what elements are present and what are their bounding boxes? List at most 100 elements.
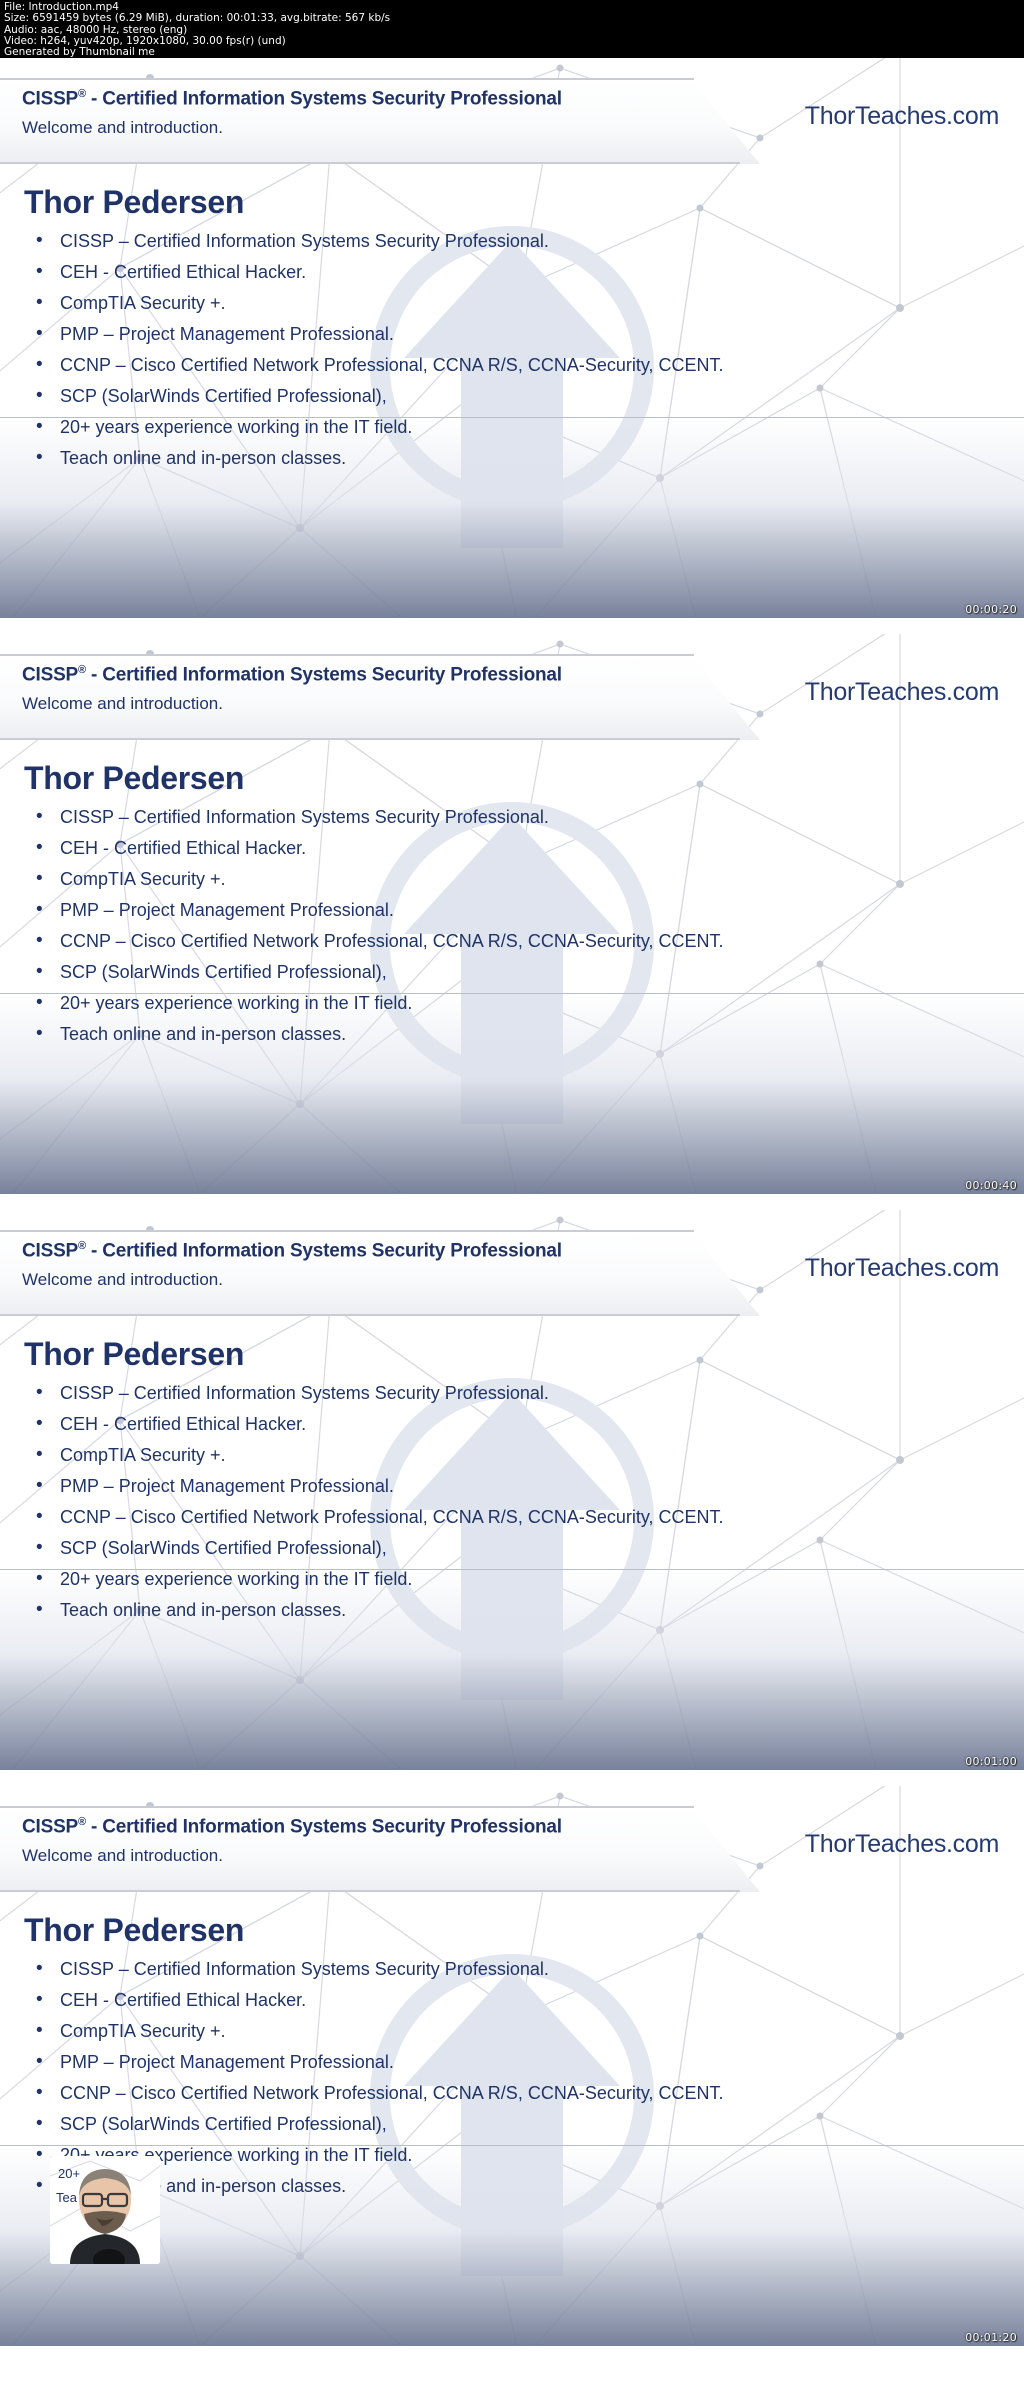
slide-bullet-list: CISSP – Certified Information Systems Se… xyxy=(24,801,984,1050)
bullet-item: 20+ years experience working in the IT f… xyxy=(24,1563,984,1595)
bullet-item: SCP (SolarWinds Certified Professional), xyxy=(24,1532,984,1564)
banner-title-rest: - Certified Information Systems Security… xyxy=(85,88,562,110)
slide-bullet-list: CISSP – Certified Information Systems Se… xyxy=(24,225,984,474)
slide-bullet-list: CISSP – Certified Information Systems Se… xyxy=(24,1953,984,2202)
registered-trademark-icon: ® xyxy=(78,1240,86,1252)
slide-footer-base xyxy=(0,1194,1024,1210)
metadata-video-line: Video: h264, yuv420p, 1920x1080, 30.00 f… xyxy=(4,34,286,47)
bullet-item: CCNP – Cisco Certified Network Professio… xyxy=(24,349,984,381)
slide-headline: Thor Pedersen xyxy=(24,760,245,796)
bullet-item: CEH - Certified Ethical Hacker. xyxy=(24,1408,984,1440)
slide-footer-base xyxy=(0,2346,1024,2362)
video-thumbnail-4[interactable]: CISSP® - Certified Information Systems S… xyxy=(0,1786,1024,2362)
slide-headline: Thor Pedersen xyxy=(24,1336,245,1372)
svg-text:20+: 20+ xyxy=(58,2166,80,2181)
webcam-overlay: 20+ Tea xyxy=(50,2156,160,2264)
presentation-slide: CISSP® - Certified Information Systems S… xyxy=(0,58,1024,634)
banner-subtitle: Welcome and introduction. xyxy=(22,1846,223,1865)
banner-top-rule xyxy=(0,78,694,80)
banner-title-rest: - Certified Information Systems Security… xyxy=(85,664,562,686)
banner-bottom-rule xyxy=(0,1890,740,1892)
slide-header-banner: CISSP® - Certified Information Systems S… xyxy=(0,78,760,164)
bullet-item: CCNP – Cisco Certified Network Professio… xyxy=(24,925,984,957)
banner-top-rule xyxy=(0,1806,694,1808)
registered-trademark-icon: ® xyxy=(78,88,86,100)
banner-bottom-rule xyxy=(0,1314,740,1316)
banner-subtitle: Welcome and introduction. xyxy=(22,1270,223,1289)
bullet-item: CompTIA Security +. xyxy=(24,863,984,895)
thumbnail-timestamp: 00:01:20 xyxy=(965,2331,1017,2344)
bullet-item: CompTIA Security +. xyxy=(24,1439,984,1471)
brand-logo-text: ThorTeaches.com xyxy=(804,102,1000,130)
bullet-item: PMP – Project Management Professional. xyxy=(24,318,984,350)
bullet-item: Teach online and in-person classes. xyxy=(24,1594,984,1626)
banner-title-rest: - Certified Information Systems Security… xyxy=(85,1816,562,1838)
bullet-item: CISSP – Certified Information Systems Se… xyxy=(24,801,984,833)
bullet-item: Teach online and in-person classes. xyxy=(24,2170,984,2202)
brand-logo-text: ThorTeaches.com xyxy=(804,678,1000,706)
banner-title-main: CISSP xyxy=(22,1816,79,1838)
svg-text:Tea: Tea xyxy=(56,2190,78,2205)
slide-footer-base xyxy=(0,618,1024,634)
banner-subtitle: Welcome and introduction. xyxy=(22,118,223,137)
bullet-item: SCP (SolarWinds Certified Professional), xyxy=(24,2108,984,2140)
thumbnail-timestamp: 00:00:40 xyxy=(965,1179,1017,1192)
bullet-item: CEH - Certified Ethical Hacker. xyxy=(24,256,984,288)
bullet-item: CEH - Certified Ethical Hacker. xyxy=(24,1984,984,2016)
presentation-slide: CISSP® - Certified Information Systems S… xyxy=(0,1210,1024,1786)
thumbnail-timestamp: 00:01:00 xyxy=(965,1755,1017,1768)
slide-header-banner: CISSP® - Certified Information Systems S… xyxy=(0,654,760,740)
thumbnail-sheet: CISSP® - Certified Information Systems S… xyxy=(0,58,1024,2362)
slide-headline: Thor Pedersen xyxy=(24,1912,245,1948)
bullet-item: PMP – Project Management Professional. xyxy=(24,1470,984,1502)
bullet-item: CCNP – Cisco Certified Network Professio… xyxy=(24,2077,984,2109)
banner-title: CISSP® - Certified Information Systems S… xyxy=(22,664,562,686)
bullet-item: Teach online and in-person classes. xyxy=(24,1018,984,1050)
banner-title: CISSP® - Certified Information Systems S… xyxy=(22,1240,562,1262)
thumbnail-timestamp: 00:00:20 xyxy=(965,603,1017,616)
bullet-item: CISSP – Certified Information Systems Se… xyxy=(24,1377,984,1409)
bullet-item: SCP (SolarWinds Certified Professional), xyxy=(24,380,984,412)
banner-title-main: CISSP xyxy=(22,1240,79,1262)
banner-top-rule xyxy=(0,654,694,656)
bullet-item: CompTIA Security +. xyxy=(24,2015,984,2047)
bullet-item: CISSP – Certified Information Systems Se… xyxy=(24,1953,984,1985)
registered-trademark-icon: ® xyxy=(78,664,86,676)
bullet-item: SCP (SolarWinds Certified Professional), xyxy=(24,956,984,988)
slide-footer-base xyxy=(0,1770,1024,1786)
slide-headline: Thor Pedersen xyxy=(24,184,245,220)
registered-trademark-icon: ® xyxy=(78,1816,86,1828)
banner-title-rest: - Certified Information Systems Security… xyxy=(85,1240,562,1262)
banner-subtitle: Welcome and introduction. xyxy=(22,694,223,713)
metadata-generator-line: Generated by Thumbnail me xyxy=(4,46,155,58)
presentation-slide: CISSP® - Certified Information Systems S… xyxy=(0,634,1024,1210)
banner-bottom-rule xyxy=(0,738,740,740)
brand-logo-text: ThorTeaches.com xyxy=(804,1254,1000,1282)
presentation-slide: CISSP® - Certified Information Systems S… xyxy=(0,1786,1024,2362)
metadata-size-line: Size: 6591459 bytes (6.29 MiB), duration… xyxy=(4,12,391,25)
bullet-item: PMP – Project Management Professional. xyxy=(24,2046,984,2078)
video-metadata-header: File: Introduction.mp4 Size: 6591459 byt… xyxy=(0,0,1024,58)
bullet-item: 20+ years experience working in the IT f… xyxy=(24,2139,984,2171)
presenter-portrait-icon: 20+ Tea xyxy=(50,2156,160,2264)
banner-title: CISSP® - Certified Information Systems S… xyxy=(22,1816,562,1838)
bullet-item: CEH - Certified Ethical Hacker. xyxy=(24,832,984,864)
slide-bullet-list: CISSP – Certified Information Systems Se… xyxy=(24,1377,984,1626)
video-thumbnail-1[interactable]: CISSP® - Certified Information Systems S… xyxy=(0,58,1024,634)
bullet-item: CISSP – Certified Information Systems Se… xyxy=(24,225,984,257)
brand-logo-text: ThorTeaches.com xyxy=(804,1830,1000,1858)
banner-top-rule xyxy=(0,1230,694,1232)
bullet-item: 20+ years experience working in the IT f… xyxy=(24,987,984,1019)
bullet-item: 20+ years experience working in the IT f… xyxy=(24,411,984,443)
bullet-item: Teach online and in-person classes. xyxy=(24,442,984,474)
slide-header-banner: CISSP® - Certified Information Systems S… xyxy=(0,1806,760,1892)
bullet-item: CCNP – Cisco Certified Network Professio… xyxy=(24,1501,984,1533)
banner-title-main: CISSP xyxy=(22,88,79,110)
slide-header-banner: CISSP® - Certified Information Systems S… xyxy=(0,1230,760,1316)
video-thumbnail-3[interactable]: CISSP® - Certified Information Systems S… xyxy=(0,1210,1024,1786)
banner-bottom-rule xyxy=(0,162,740,164)
banner-title: CISSP® - Certified Information Systems S… xyxy=(22,88,562,110)
bullet-item: CompTIA Security +. xyxy=(24,287,984,319)
video-thumbnail-2[interactable]: CISSP® - Certified Information Systems S… xyxy=(0,634,1024,1210)
bullet-item: PMP – Project Management Professional. xyxy=(24,894,984,926)
